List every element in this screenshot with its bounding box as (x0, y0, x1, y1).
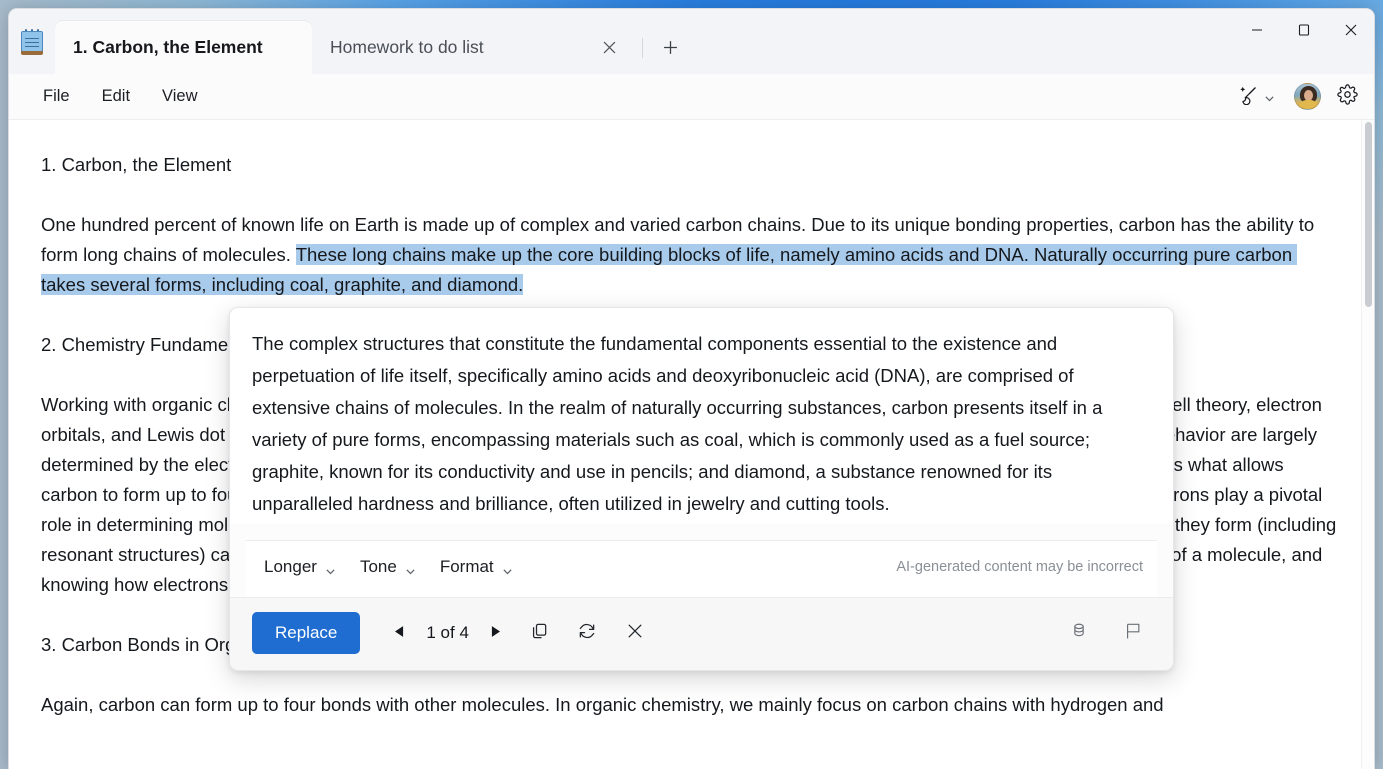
chevron-down-icon (1264, 91, 1275, 102)
gear-icon (1337, 84, 1358, 110)
tab-strip: 1. Carbon, the Element Homework to do li… (55, 9, 1233, 74)
minimize-icon[interactable] (1233, 9, 1280, 51)
document-paragraph-3: Again, carbon can form up to four bonds … (41, 690, 1340, 720)
settings-button[interactable] (1331, 80, 1364, 114)
document-scrollbar[interactable] (1361, 120, 1374, 769)
replace-button[interactable]: Replace (252, 612, 360, 654)
format-dropdown[interactable]: Format (428, 551, 525, 583)
menu-bar: File Edit View (9, 74, 1374, 120)
credits-button[interactable] (1057, 615, 1101, 651)
menu-item-view[interactable]: View (146, 81, 213, 112)
copy-button[interactable] (517, 615, 561, 651)
format-dropdown-label: Format (440, 557, 494, 577)
tab-homework-to-do-list[interactable]: Homework to do list (312, 21, 642, 74)
tab-carbon-the-element[interactable]: 1. Carbon, the Element (55, 21, 312, 74)
account-button[interactable] (1285, 83, 1329, 110)
ai-generated-text: The complex structures that constitute t… (252, 328, 1151, 520)
chevron-down-icon (502, 562, 513, 573)
menu-item-edit[interactable]: Edit (86, 81, 146, 112)
next-suggestion-button[interactable] (479, 617, 513, 649)
ai-secondary-actions (1057, 615, 1155, 651)
chevron-down-icon (325, 562, 336, 573)
length-dropdown[interactable]: Longer (252, 551, 348, 583)
copy-icon (529, 621, 549, 646)
close-icon[interactable] (1327, 9, 1374, 51)
triangle-left-icon (395, 624, 404, 642)
refresh-icon (577, 621, 597, 646)
new-tab-icon[interactable] (651, 28, 689, 66)
triangle-right-icon (491, 624, 500, 642)
tone-dropdown-label: Tone (360, 557, 397, 577)
dismiss-button[interactable] (613, 615, 657, 651)
title-bar: 1. Carbon, the Element Homework to do li… (9, 9, 1374, 74)
ai-rewrite-popup: The complex structures that constitute t… (229, 307, 1174, 671)
notepad-window: 1. Carbon, the Element Homework to do li… (8, 8, 1375, 769)
regenerate-button[interactable] (565, 615, 609, 651)
window-controls (1233, 9, 1374, 51)
tab-label: Homework to do list (330, 37, 484, 58)
notepad-icon (9, 9, 55, 74)
flag-icon (1123, 621, 1143, 646)
menu-item-file[interactable]: File (27, 81, 86, 112)
ai-options-bar: Longer Tone Format AI-generated content … (246, 540, 1157, 597)
magic-pen-icon (1238, 84, 1259, 110)
length-dropdown-label: Longer (264, 557, 317, 577)
maximize-icon[interactable] (1280, 9, 1327, 51)
tab-label: 1. Carbon, the Element (73, 37, 263, 58)
avatar (1294, 83, 1321, 110)
close-icon[interactable] (594, 33, 624, 63)
ai-generated-body: The complex structures that constitute t… (230, 308, 1173, 524)
suggestion-counter: 1 of 4 (420, 623, 475, 643)
divider (642, 38, 643, 58)
document-paragraph-1: One hundred percent of known life on Ear… (41, 210, 1340, 300)
chevron-down-icon (405, 562, 416, 573)
toolbar-right (1230, 80, 1364, 114)
tone-dropdown[interactable]: Tone (348, 551, 428, 583)
coins-stack-icon (1069, 621, 1089, 646)
magic-pen-button[interactable] (1230, 80, 1283, 114)
ai-action-bar: Replace 1 of 4 (230, 597, 1173, 670)
ai-disclaimer: AI-generated content may be incorrect (896, 559, 1143, 575)
report-button[interactable] (1111, 615, 1155, 651)
previous-suggestion-button[interactable] (382, 617, 416, 649)
scrollbar-thumb[interactable] (1365, 122, 1372, 307)
document-heading-1: 1. Carbon, the Element (41, 150, 1340, 180)
close-icon (625, 621, 645, 646)
